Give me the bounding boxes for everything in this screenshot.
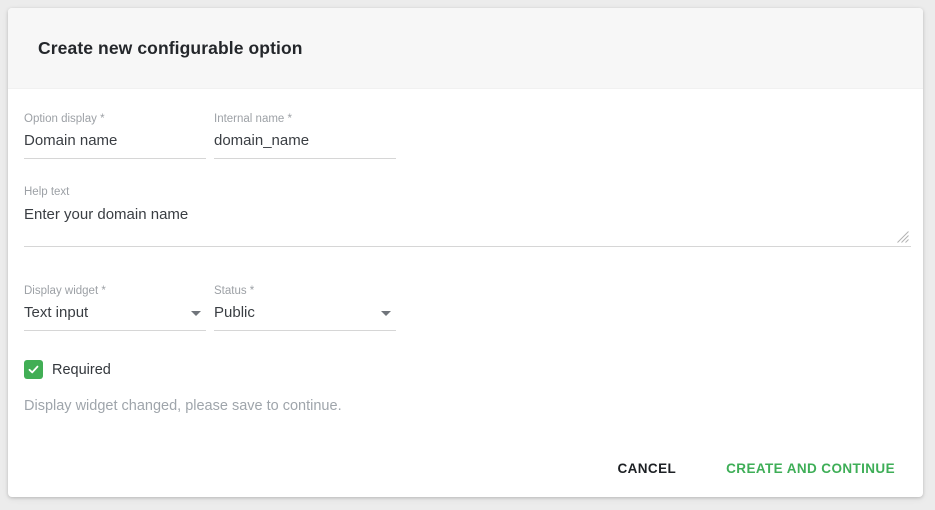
dialog-header: Create new configurable option bbox=[8, 8, 923, 89]
resize-handle-icon[interactable] bbox=[897, 231, 909, 243]
status-value: Public bbox=[214, 305, 255, 321]
caret-down-icon bbox=[191, 311, 201, 316]
status-select[interactable]: Public bbox=[214, 305, 396, 331]
display-widget-field: Display widget * Text input bbox=[24, 285, 206, 331]
internal-name-label: Internal name * bbox=[214, 113, 396, 126]
caret-down-icon bbox=[381, 311, 391, 316]
option-display-input[interactable] bbox=[24, 133, 206, 159]
name-fields-row: Option display * Internal name * bbox=[24, 113, 911, 159]
internal-name-input[interactable] bbox=[214, 133, 396, 159]
help-text-input[interactable]: Enter your domain name bbox=[24, 206, 911, 247]
display-widget-select[interactable]: Text input bbox=[24, 305, 206, 331]
checkmark-icon bbox=[27, 363, 40, 376]
cancel-button[interactable]: CANCEL bbox=[615, 455, 678, 482]
create-and-continue-button[interactable]: CREATE AND CONTINUE bbox=[724, 455, 897, 482]
dialog-title: Create new configurable option bbox=[38, 38, 303, 59]
create-configurable-option-dialog: Create new configurable option Option di… bbox=[8, 8, 923, 497]
save-notice-text: Display widget changed, please save to c… bbox=[24, 398, 911, 414]
internal-name-field: Internal name * bbox=[214, 113, 396, 159]
option-display-label: Option display * bbox=[24, 113, 206, 126]
display-widget-label: Display widget * bbox=[24, 285, 206, 298]
dialog-body: Option display * Internal name * Help te… bbox=[8, 89, 923, 497]
select-fields-row: Display widget * Text input Status * Pub… bbox=[24, 285, 911, 331]
required-checkbox[interactable] bbox=[24, 360, 43, 379]
option-display-field: Option display * bbox=[24, 113, 206, 159]
required-checkbox-row[interactable]: Required bbox=[24, 360, 911, 379]
help-text-wrap: Enter your domain name bbox=[24, 206, 911, 247]
display-widget-value: Text input bbox=[24, 305, 88, 321]
status-field: Status * Public bbox=[214, 285, 396, 331]
required-checkbox-label: Required bbox=[52, 362, 111, 378]
help-text-field: Help text Enter your domain name bbox=[24, 186, 911, 247]
status-label: Status * bbox=[214, 285, 396, 298]
dialog-footer: CANCEL CREATE AND CONTINUE bbox=[615, 455, 897, 482]
help-text-label: Help text bbox=[24, 186, 911, 199]
